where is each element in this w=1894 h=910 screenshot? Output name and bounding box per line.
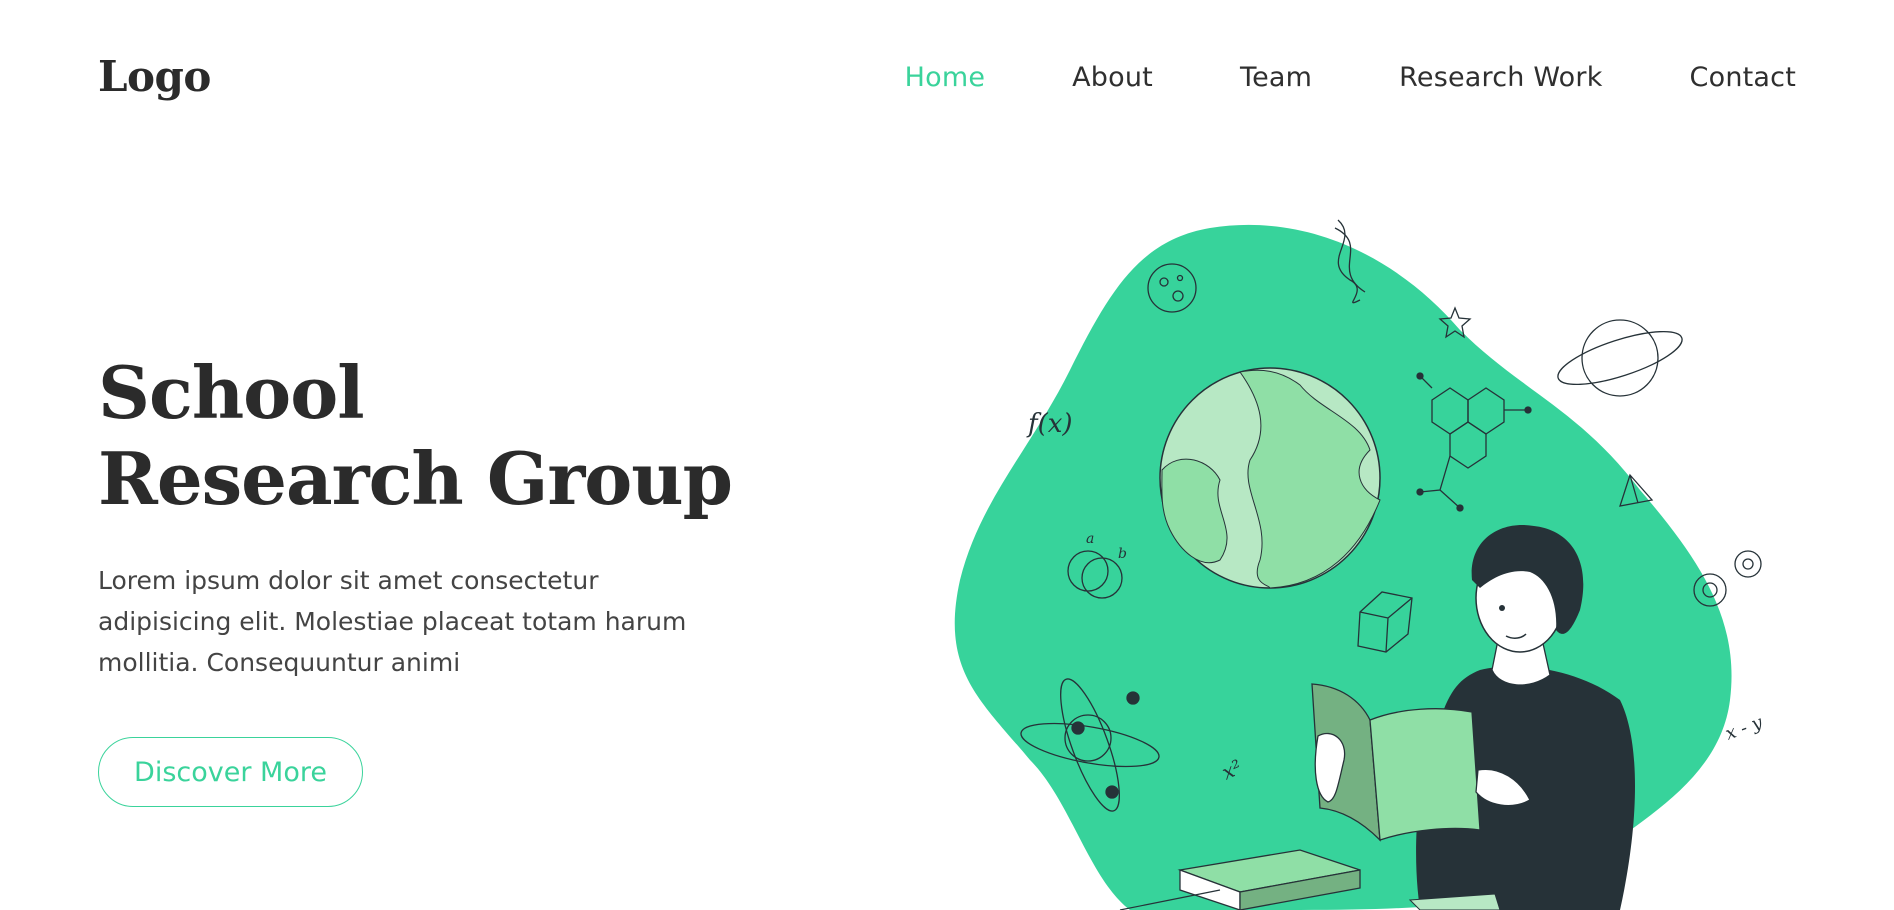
nav-team[interactable]: Team <box>1240 62 1312 93</box>
venn-label-a: a <box>1086 531 1094 547</box>
logo[interactable]: Logo <box>98 52 211 101</box>
hero-title: School Research Group <box>98 350 733 521</box>
formula-fx: f(x) <box>1026 409 1073 439</box>
globe-icon <box>1159 367 1381 589</box>
research-illustration: a b f(x) x² x - y <box>954 219 1767 910</box>
planet-icon <box>1557 319 1683 397</box>
formula-x-minus-y: x - y <box>1723 712 1767 745</box>
hero-description: Lorem ipsum dolor sit amet consectetur a… <box>98 566 687 677</box>
nav-contact[interactable]: Contact <box>1690 62 1796 93</box>
nav-home[interactable]: Home <box>905 62 986 93</box>
header: Logo Home About Team Research Work Conta… <box>0 0 1894 160</box>
nav-research-work[interactable]: Research Work <box>1399 62 1602 93</box>
main-nav: Home About Team Research Work Contact <box>905 62 1796 93</box>
discover-more-button[interactable]: Discover More <box>98 737 363 807</box>
venn-label-b: b <box>1118 546 1127 562</box>
hero-section: School Research Group Lorem ipsum dolor … <box>98 350 778 708</box>
nav-about[interactable]: About <box>1072 62 1153 93</box>
